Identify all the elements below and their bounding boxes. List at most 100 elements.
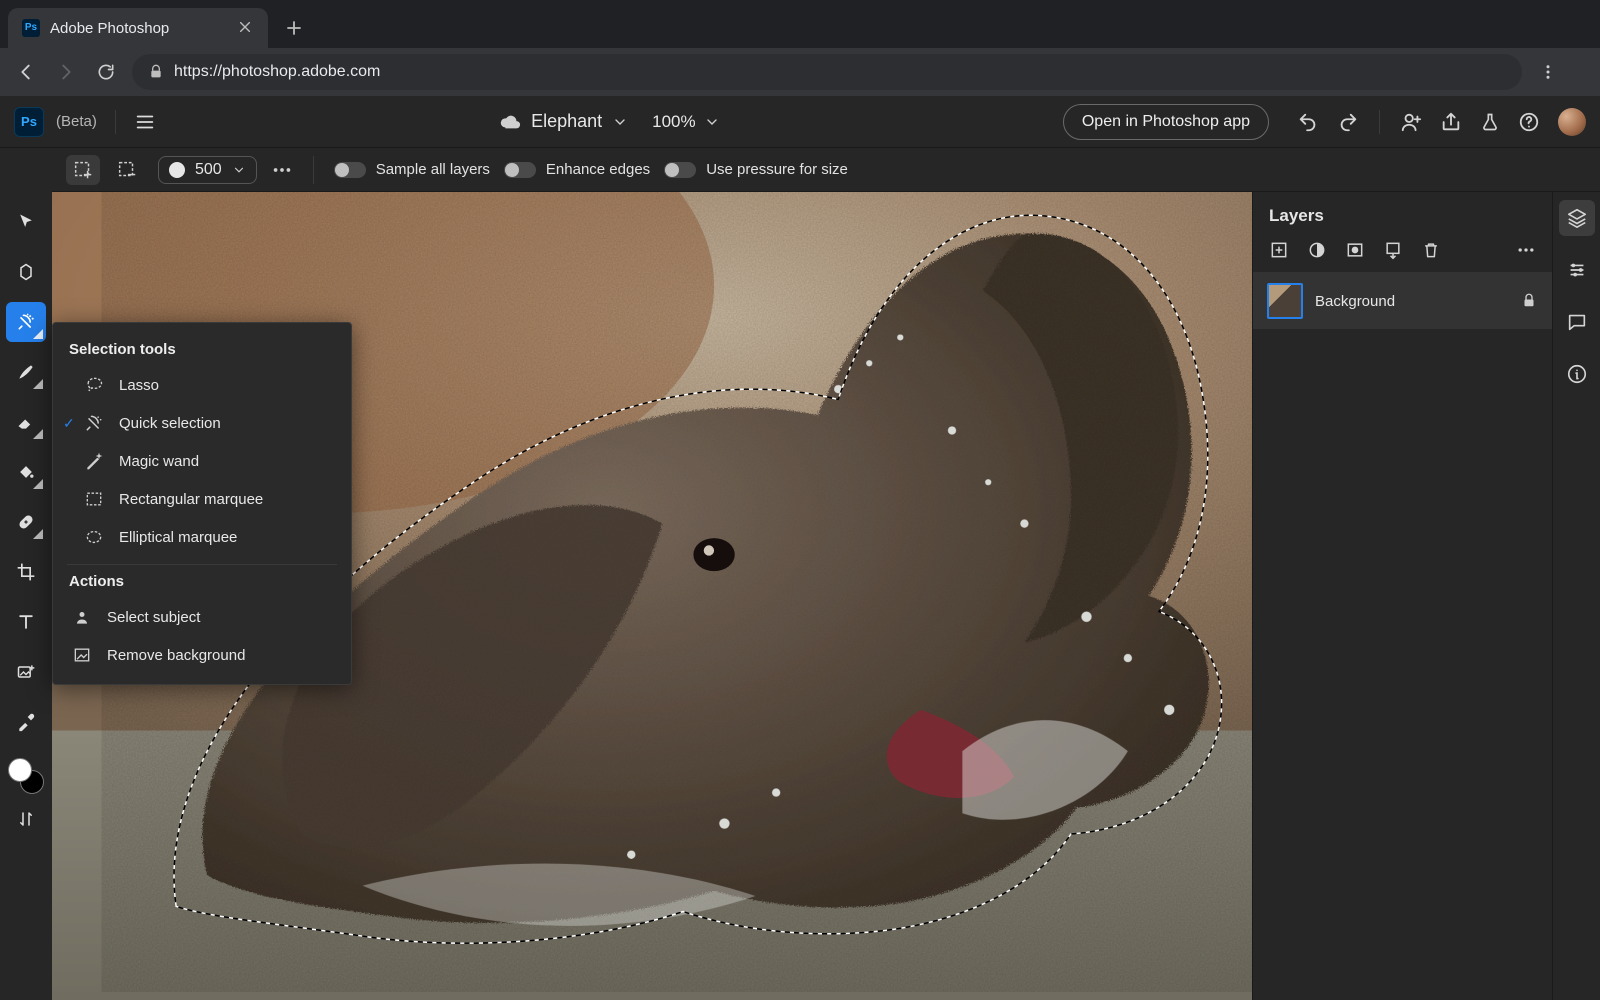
delete-layer-button[interactable] bbox=[1421, 240, 1441, 260]
flyout-item-quick-selection[interactable]: ✓ Quick selection bbox=[53, 404, 351, 442]
crop-tool[interactable] bbox=[6, 552, 46, 592]
flyout-action-select-subject[interactable]: Select subject bbox=[53, 598, 351, 636]
flyout-item-rectangular-marquee[interactable]: Rectangular marquee bbox=[53, 480, 351, 518]
clipping-mask-button[interactable] bbox=[1383, 240, 1403, 260]
flyout-item-label: Select subject bbox=[107, 609, 200, 626]
flyout-action-remove-background[interactable]: Remove background bbox=[53, 636, 351, 674]
flyout-item-lasso[interactable]: Lasso bbox=[53, 366, 351, 404]
fill-tool[interactable] bbox=[6, 452, 46, 492]
check-icon: ✓ bbox=[63, 415, 77, 432]
quick-selection-icon bbox=[83, 412, 105, 434]
selection-tools-flyout: Selection tools Lasso ✓ Quick selection … bbox=[52, 322, 352, 685]
photoshop-favicon-icon: Ps bbox=[22, 19, 40, 37]
chevron-down-icon bbox=[704, 114, 720, 130]
selection-tool[interactable] bbox=[6, 302, 46, 342]
share-button[interactable] bbox=[1440, 111, 1462, 133]
layer-mask-button[interactable] bbox=[1345, 240, 1365, 260]
browser-tab-strip: Ps Adobe Photoshop bbox=[0, 0, 1600, 48]
app-header: Ps (Beta) Elephant 100% bbox=[0, 96, 1600, 148]
photoshop-logo-icon[interactable]: Ps bbox=[14, 107, 44, 137]
browser-tab-title: Adobe Photoshop bbox=[50, 20, 228, 37]
options-bar: 500 Sample all layers Enhance edges Use … bbox=[52, 148, 1600, 192]
browser-tab[interactable]: Ps Adobe Photoshop bbox=[8, 8, 268, 48]
browser-url-bar[interactable]: https://photoshop.adobe.com bbox=[132, 54, 1522, 90]
brush-size-control[interactable]: 500 bbox=[158, 156, 257, 184]
invite-button[interactable] bbox=[1400, 111, 1422, 133]
separator bbox=[313, 156, 314, 184]
info-panel-toggle[interactable] bbox=[1559, 356, 1595, 392]
selection-add-button[interactable] bbox=[66, 155, 100, 185]
place-image-tool[interactable] bbox=[6, 652, 46, 692]
browser-forward-button[interactable] bbox=[52, 58, 80, 86]
beta-label: (Beta) bbox=[56, 113, 97, 130]
use-pressure-label: Use pressure for size bbox=[706, 161, 848, 178]
layer-name: Background bbox=[1315, 293, 1508, 310]
layers-panel-toggle[interactable] bbox=[1559, 200, 1595, 236]
help-button[interactable] bbox=[1518, 111, 1540, 133]
chevron-down-icon bbox=[612, 114, 628, 130]
adjustment-layer-button[interactable] bbox=[1307, 240, 1327, 260]
separator bbox=[1379, 110, 1380, 134]
new-tab-button[interactable] bbox=[278, 12, 310, 44]
elliptical-marquee-icon bbox=[83, 526, 105, 548]
rectangular-marquee-icon bbox=[83, 488, 105, 510]
separator bbox=[115, 110, 116, 134]
use-pressure-toggle[interactable] bbox=[664, 162, 696, 178]
layers-panel-title: Layers bbox=[1253, 192, 1552, 234]
flyout-item-label: Elliptical marquee bbox=[119, 529, 237, 546]
lock-icon[interactable] bbox=[1520, 292, 1538, 310]
redo-button[interactable] bbox=[1337, 111, 1359, 133]
document-name: Elephant bbox=[531, 111, 602, 132]
open-in-app-button[interactable]: Open in Photoshop app bbox=[1063, 104, 1269, 140]
layer-row[interactable]: Background bbox=[1253, 273, 1552, 329]
sample-all-layers-label: Sample all layers bbox=[376, 161, 490, 178]
flyout-item-magic-wand[interactable]: Magic wand bbox=[53, 442, 351, 480]
chevron-down-icon bbox=[232, 163, 246, 177]
foreground-color[interactable] bbox=[8, 758, 32, 782]
zoom-control[interactable]: 100% bbox=[652, 112, 719, 132]
browser-reload-button[interactable] bbox=[92, 58, 120, 86]
flyout-item-elliptical-marquee[interactable]: Elliptical marquee bbox=[53, 518, 351, 556]
brush-size-value: 500 bbox=[195, 161, 222, 179]
labs-button[interactable] bbox=[1480, 112, 1500, 132]
remove-background-icon bbox=[71, 644, 93, 666]
layers-panel: Layers Background bbox=[1252, 192, 1552, 1000]
enhance-edges-toggle[interactable] bbox=[504, 162, 536, 178]
healing-tool[interactable] bbox=[6, 502, 46, 542]
document-switcher[interactable]: Elephant bbox=[499, 111, 628, 133]
flyout-section-title: Selection tools bbox=[69, 341, 335, 358]
magic-wand-icon bbox=[83, 450, 105, 472]
swap-colors-button[interactable] bbox=[6, 804, 46, 834]
sample-all-layers-toggle[interactable] bbox=[334, 162, 366, 178]
app-menu-button[interactable] bbox=[134, 111, 156, 133]
enhance-edges-label: Enhance edges bbox=[546, 161, 650, 178]
more-options-button[interactable] bbox=[271, 159, 293, 181]
move-tool[interactable] bbox=[6, 202, 46, 242]
color-swatches[interactable] bbox=[8, 758, 44, 794]
add-layer-button[interactable] bbox=[1269, 240, 1289, 260]
cloud-icon bbox=[499, 111, 521, 133]
flyout-item-label: Quick selection bbox=[119, 415, 221, 432]
brush-dot-icon bbox=[169, 162, 185, 178]
transform-tool[interactable] bbox=[6, 252, 46, 292]
browser-toolbar: https://photoshop.adobe.com bbox=[0, 48, 1600, 96]
layer-more-button[interactable] bbox=[1516, 240, 1536, 260]
eraser-tool[interactable] bbox=[6, 402, 46, 442]
undo-button[interactable] bbox=[1297, 111, 1319, 133]
right-icon-rail bbox=[1552, 192, 1600, 1000]
user-avatar[interactable] bbox=[1558, 108, 1586, 136]
comments-panel-toggle[interactable] bbox=[1559, 304, 1595, 340]
properties-panel-toggle[interactable] bbox=[1559, 252, 1595, 288]
browser-menu-button[interactable] bbox=[1534, 58, 1562, 86]
brush-tool[interactable] bbox=[6, 352, 46, 392]
flyout-section-title: Actions bbox=[69, 573, 335, 590]
browser-back-button[interactable] bbox=[12, 58, 40, 86]
eyedropper-tool[interactable] bbox=[6, 702, 46, 742]
flyout-item-label: Lasso bbox=[119, 377, 159, 394]
selection-subtract-button[interactable] bbox=[110, 155, 144, 185]
tab-close-icon[interactable] bbox=[238, 20, 254, 36]
type-tool[interactable] bbox=[6, 602, 46, 642]
lock-icon bbox=[148, 64, 164, 80]
layer-thumbnail bbox=[1267, 283, 1303, 319]
browser-url-text: https://photoshop.adobe.com bbox=[174, 63, 380, 81]
